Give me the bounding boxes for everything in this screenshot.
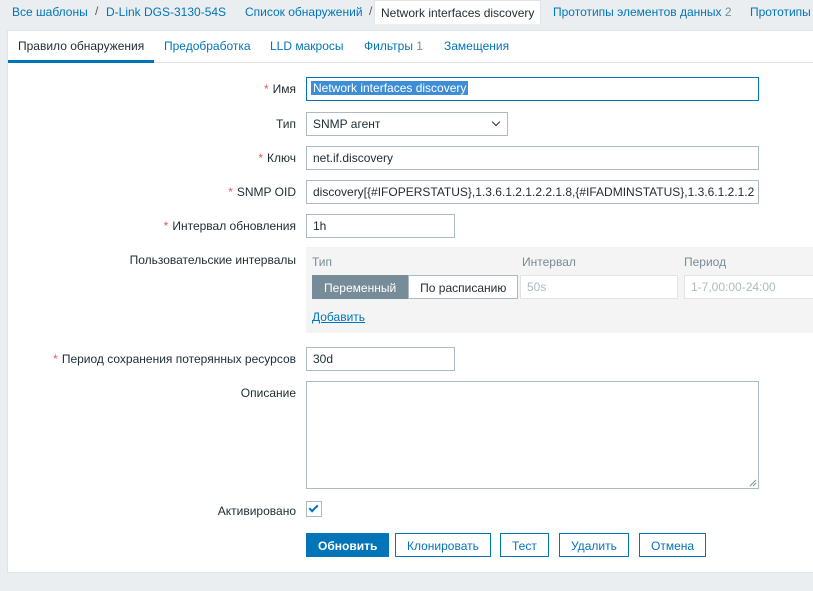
breadcrumb-item-prototypes-label: Прототипы элементов данных [553, 5, 722, 19]
type-select[interactable]: SNMP агент [306, 112, 508, 136]
delete-button[interactable]: Удалить [559, 533, 629, 557]
name-label-text: Имя [272, 82, 296, 96]
checkmark-icon [308, 502, 319, 513]
update-interval-label: * Интервал обновления [164, 219, 296, 233]
tab-bar: Правило обнаружения Предобработка LLD ма… [8, 31, 813, 63]
required-marker: * [163, 219, 169, 233]
breadcrumb-discovery-list[interactable]: Список обнаружений [245, 5, 363, 19]
key-label-text: Ключ [267, 151, 296, 165]
breadcrumb-all-templates[interactable]: Все шаблоны [12, 5, 88, 19]
tab-lld-macros[interactable]: LLD макросы [270, 39, 344, 53]
key-input[interactable]: net.if.discovery [306, 146, 759, 170]
breadcrumb-prototypes-more[interactable]: Прототипы [750, 5, 811, 19]
required-marker: * [258, 151, 264, 165]
type-select-value: SNMP агент [313, 117, 381, 131]
keep-lost-input[interactable]: 30d [306, 347, 455, 371]
active-tab-indicator [8, 60, 154, 63]
tab-filters-count: 1 [416, 39, 423, 53]
enabled-label: Активировано [217, 504, 296, 518]
interval-type-toggle: Переменный По расписанию [312, 275, 519, 299]
custom-interval-placeholder: 50s [527, 280, 547, 294]
custom-period-placeholder: 1-7,00:00-24:00 [691, 280, 776, 294]
custom-intervals-col-period: Период [684, 255, 727, 269]
required-marker: * [263, 82, 269, 96]
update-interval-input[interactable]: 1h [306, 214, 455, 238]
snmp-oid-input-value: discovery[{#IFOPERSTATUS},1.3.6.1.2.1.2.… [313, 185, 755, 199]
keep-lost-label-text: Период сохранения потерянных ресурсов [61, 352, 296, 366]
enabled-checkbox[interactable] [306, 501, 322, 517]
cancel-button[interactable]: Отмена [639, 533, 707, 557]
snmp-oid-label: * SNMP OID [228, 185, 296, 199]
tab-preprocessing[interactable]: Предобработка [164, 39, 251, 53]
breadcrumb-separator: / [369, 4, 373, 18]
keep-lost-label: * Период сохранения потерянных ресурсов [53, 352, 296, 366]
interval-type-flexible[interactable]: Переменный [312, 275, 409, 299]
update-interval-input-value: 1h [313, 219, 327, 233]
snmp-oid-label-text: SNMP OID [236, 185, 296, 199]
breadcrumb-current: Network interfaces discovery [374, 0, 542, 24]
clone-button[interactable]: Клонировать [395, 533, 491, 557]
keep-lost-input-value: 30d [313, 352, 334, 366]
breadcrumb-host[interactable]: D-Link DGS-3130-54S [106, 5, 226, 19]
custom-intervals-col-type: Тип [312, 255, 333, 269]
key-input-value: net.if.discovery [313, 151, 394, 165]
add-interval-link[interactable]: Добавить [312, 310, 365, 324]
tab-filters[interactable]: Фильтры 1 [364, 39, 423, 53]
required-marker: * [228, 185, 233, 199]
description-textarea[interactable] [306, 381, 759, 489]
breadcrumb-item-prototypes-count: 2 [724, 5, 732, 19]
breadcrumb-separator: / [95, 4, 99, 18]
name-input-value: Network interfaces discovery [311, 81, 469, 95]
snmp-oid-input[interactable]: discovery[{#IFOPERSTATUS},1.3.6.1.2.1.2.… [306, 180, 759, 204]
custom-intervals-table: Тип Интервал Период Переменный По распис… [306, 247, 813, 333]
interval-type-scheduling[interactable]: По расписанию [408, 275, 519, 299]
tab-discovery-rule[interactable]: Правило обнаружения [18, 39, 144, 53]
discovery-rule-card: Правило обнаружения Предобработка LLD ма… [7, 30, 813, 573]
tab-filters-label: Фильтры [364, 39, 413, 53]
breadcrumb-item-prototypes[interactable]: Прототипы элементов данных 2 [553, 5, 732, 19]
required-marker: * [53, 352, 58, 366]
tab-overrides[interactable]: Замещения [444, 39, 509, 53]
update-button[interactable]: Обновить [306, 533, 390, 557]
type-label: Тип [275, 117, 296, 131]
key-label: * Ключ [258, 151, 296, 165]
custom-intervals-col-interval: Интервал [522, 255, 576, 269]
name-label: * Имя [264, 82, 296, 96]
custom-period-input[interactable]: 1-7,00:00-24:00 [684, 275, 813, 299]
breadcrumb: Все шаблоны / D-Link DGS-3130-54S Список… [0, 0, 813, 24]
name-input[interactable]: Network interfaces discovery [306, 77, 759, 101]
update-interval-label-text: Интервал обновления [172, 219, 296, 233]
test-button[interactable]: Тест [500, 533, 549, 557]
description-label: Описание [240, 386, 296, 400]
chevron-down-icon [491, 117, 501, 127]
custom-intervals-label: Пользовательские интервалы [129, 253, 296, 267]
resize-grip-icon[interactable] [749, 479, 757, 487]
custom-interval-input[interactable]: 50s [520, 275, 678, 299]
